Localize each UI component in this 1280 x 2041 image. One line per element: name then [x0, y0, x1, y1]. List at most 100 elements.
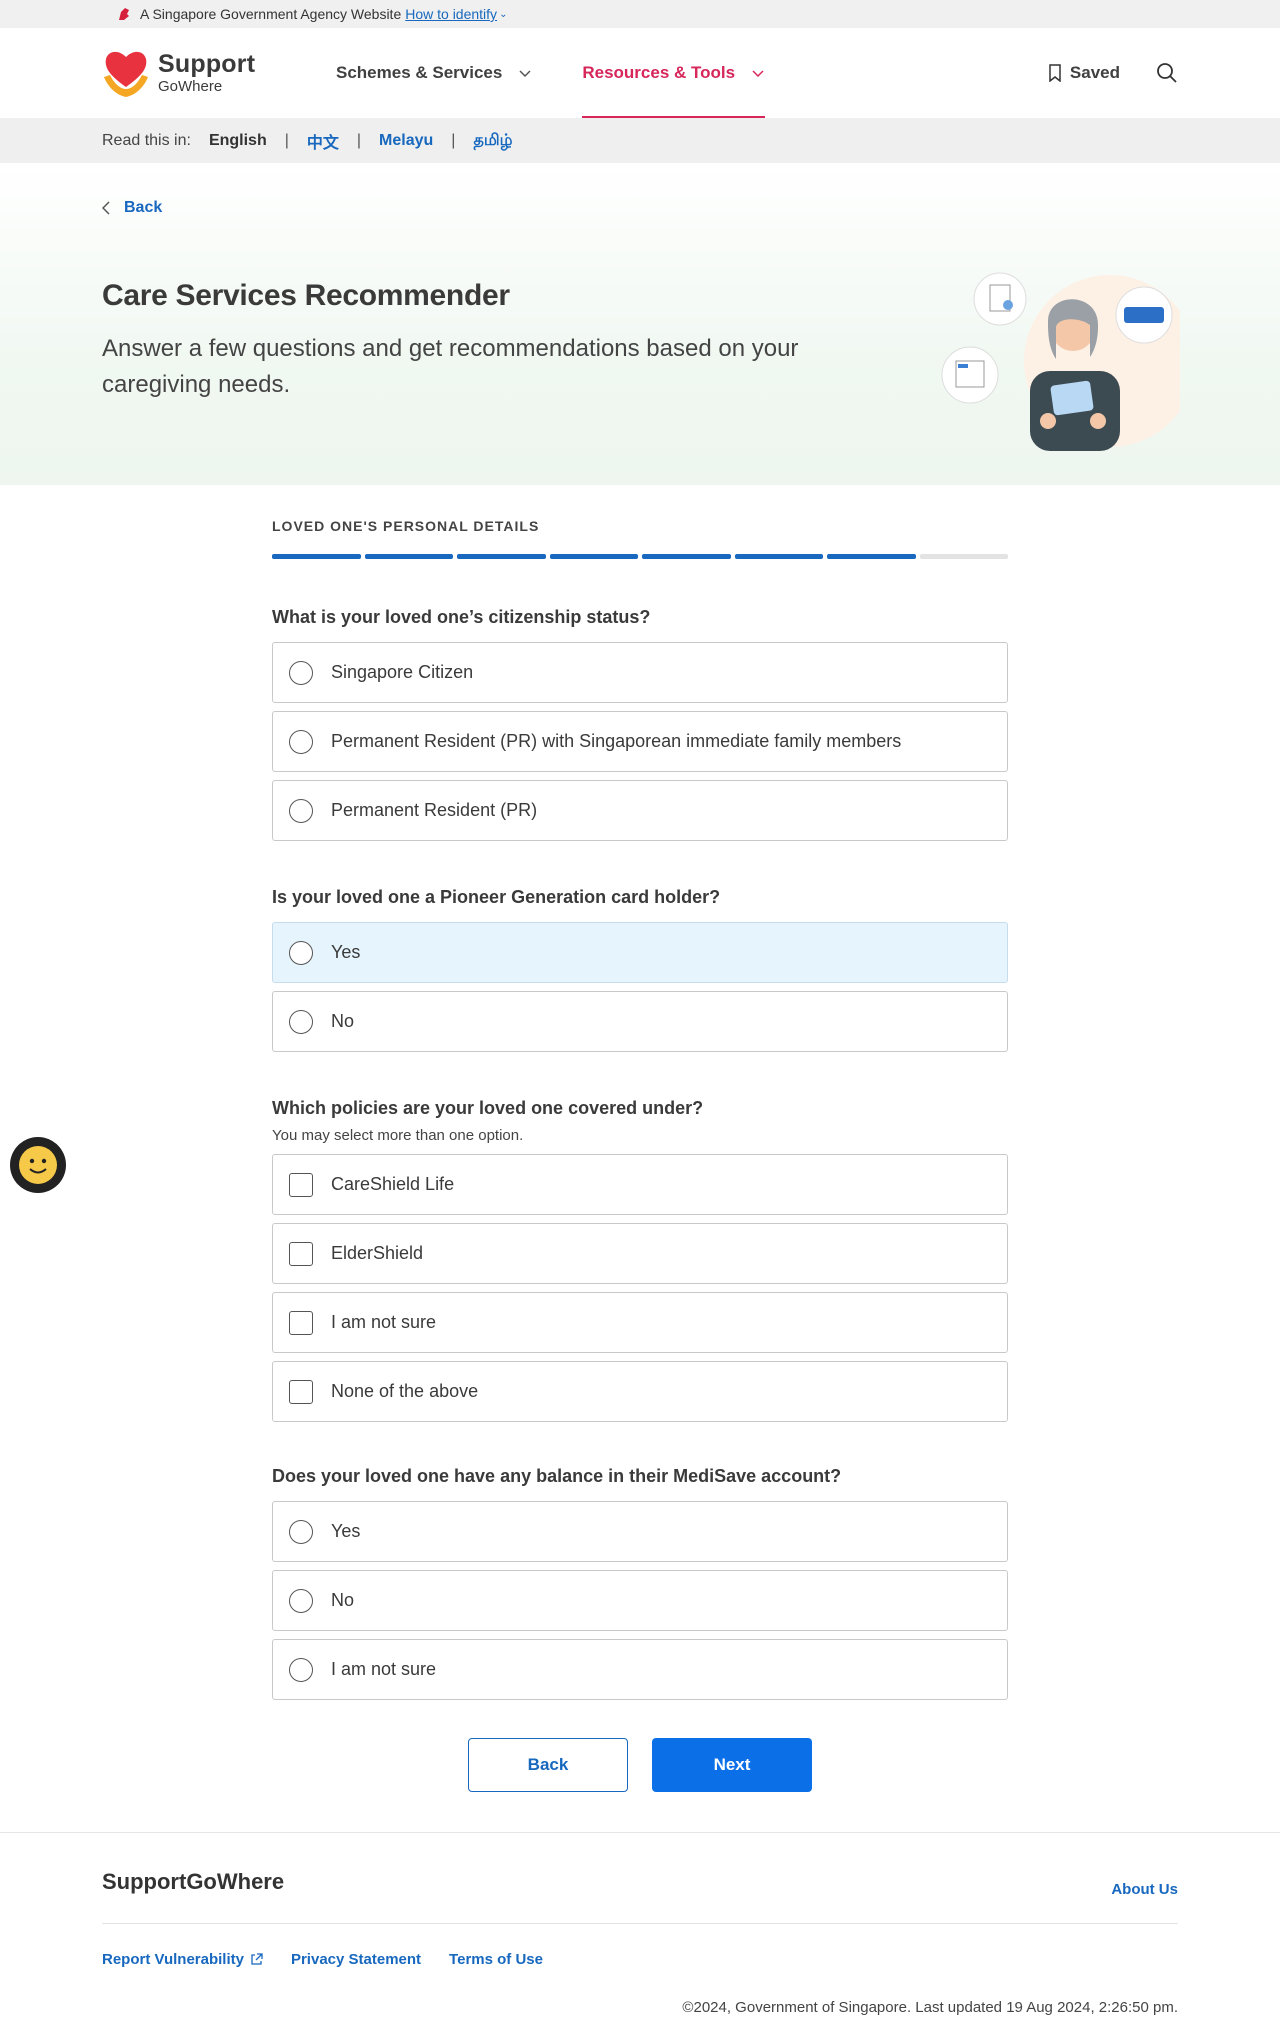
radio-button[interactable]	[289, 940, 313, 965]
external-link-icon	[251, 1953, 263, 1965]
lang-separator: |	[451, 131, 456, 149]
option-label: I am not sure	[331, 1312, 437, 1332]
heart-hands-logo-icon	[102, 47, 150, 99]
progress-bar	[272, 554, 1008, 559]
option-label: No	[331, 1011, 355, 1031]
lang-chinese[interactable]: 中文	[307, 129, 339, 153]
language-bar: Read this in: English | 中文 | Melayu | தம…	[0, 118, 1280, 163]
chevron-down-icon	[519, 70, 531, 78]
logo-line1: Support	[158, 50, 256, 78]
nav-resources-tools[interactable]: Resources & Tools	[582, 28, 765, 118]
privacy-statement-link[interactable]: Privacy Statement	[291, 1951, 421, 1968]
site-logo[interactable]: Support GoWhere	[102, 28, 336, 118]
masthead-text: A Singapore Government Agency Website	[140, 6, 402, 22]
option-singapore-citizen[interactable]: Singapore Citizen	[272, 642, 1008, 703]
about-us-link[interactable]: About Us	[1111, 1881, 1178, 1898]
chevron-down-icon	[752, 70, 764, 78]
question-citizenship: What is your loved one’s citizenship sta…	[272, 607, 1008, 841]
option-label: ElderShield	[331, 1243, 424, 1263]
radio-button[interactable]	[289, 1657, 313, 1682]
lang-tamil[interactable]: தமிழ்	[473, 131, 512, 151]
progress-segment	[919, 554, 1008, 559]
section-title: LOVED ONE'S PERSONAL DETAILS	[272, 518, 540, 534]
back-link[interactable]: Back	[102, 199, 162, 217]
site-footer: SupportGoWhere About Us Report Vulnerabi…	[0, 1832, 1280, 2041]
nav-item-label: Schemes & Services	[336, 63, 503, 82]
feedback-button[interactable]	[10, 1137, 66, 1193]
option-label: Singapore Citizen	[331, 662, 474, 682]
nav-schemes-services[interactable]: Schemes & Services	[336, 28, 532, 118]
option-label: CareShield Life	[331, 1174, 455, 1194]
option-yes[interactable]: Yes	[272, 1501, 1008, 1562]
question-label: What is your loved one’s citizenship sta…	[272, 607, 651, 627]
progress-segment	[272, 554, 361, 559]
lang-english[interactable]: English	[209, 132, 267, 150]
report-vulnerability-link[interactable]: Report Vulnerability	[102, 1951, 263, 1968]
checkbox[interactable]	[289, 1172, 313, 1197]
bookmark-icon	[1049, 64, 1061, 82]
option-careshield-life[interactable]: CareShield Life	[272, 1154, 1008, 1215]
page-subtitle: Answer a few questions and get recommend…	[102, 335, 799, 398]
question-label: Which policies are your loved one covere…	[272, 1098, 704, 1118]
question-hint: You may select more than one option.	[272, 1127, 524, 1144]
option-not-sure[interactable]: I am not sure	[272, 1292, 1008, 1353]
saved-label: Saved	[1069, 63, 1120, 82]
link-label: Report Vulnerability	[102, 1951, 244, 1968]
radio-button[interactable]	[289, 798, 313, 823]
progress-segment	[827, 554, 916, 559]
checkbox[interactable]	[289, 1379, 313, 1404]
option-eldershield[interactable]: ElderShield	[272, 1223, 1008, 1284]
footer-brand: SupportGoWhere	[102, 1869, 285, 1894]
progress-segment	[364, 554, 453, 559]
option-label: None of the above	[331, 1381, 479, 1401]
lang-separator: |	[356, 131, 362, 149]
hero-banner: Back Care Services Recommender Answer a …	[0, 163, 1280, 485]
option-yes[interactable]: Yes	[272, 922, 1008, 983]
option-pr-with-family[interactable]: Permanent Resident (PR) with Singaporean…	[272, 711, 1008, 772]
footer-divider	[102, 1923, 1178, 1924]
radio-button[interactable]	[289, 1588, 313, 1613]
option-label: Yes	[331, 1521, 361, 1541]
checkbox[interactable]	[289, 1310, 313, 1335]
back-button[interactable]: Back	[468, 1738, 628, 1792]
option-none-of-above[interactable]: None of the above	[272, 1361, 1008, 1422]
how-to-identify-link[interactable]: How to identify	[405, 6, 497, 22]
gov-masthead: A Singapore Government Agency Website Ho…	[0, 0, 1280, 28]
option-no[interactable]: No	[272, 991, 1008, 1052]
radio-button[interactable]	[289, 660, 313, 685]
page-title: Care Services Recommender	[102, 279, 510, 312]
back-link-label: Back	[124, 199, 163, 216]
progress-segment	[549, 554, 638, 559]
chevron-down-icon: ⌄	[499, 8, 508, 20]
progress-segment	[642, 554, 731, 559]
radio-button[interactable]	[289, 1519, 313, 1544]
question-medisave: Does your loved one have any balance in …	[272, 1466, 1008, 1700]
smiley-icon	[19, 1146, 57, 1184]
question-pioneer-generation: Is your loved one a Pioneer Generation c…	[272, 887, 1008, 1052]
radio-button[interactable]	[289, 729, 313, 754]
nav-item-label: Resources & Tools	[582, 63, 736, 82]
lang-malay[interactable]: Melayu	[379, 132, 433, 150]
option-pr[interactable]: Permanent Resident (PR)	[272, 780, 1008, 841]
progress-segment	[734, 554, 823, 559]
language-label: Read this in:	[102, 131, 191, 149]
form-actions: Back Next	[468, 1738, 812, 1792]
option-label: No	[331, 1590, 355, 1610]
next-button[interactable]: Next	[652, 1738, 812, 1792]
logo-line2: GoWhere	[158, 78, 223, 95]
terms-of-use-link[interactable]: Terms of Use	[449, 1951, 543, 1968]
question-label: Is your loved one a Pioneer Generation c…	[272, 887, 721, 907]
copyright-text: ©2024, Government of Singapore. Last upd…	[682, 1999, 1178, 2016]
radio-button[interactable]	[289, 1009, 313, 1034]
search-icon[interactable]	[1156, 62, 1178, 84]
lion-icon	[116, 6, 132, 22]
checkbox[interactable]	[289, 1241, 313, 1266]
option-label: Yes	[331, 942, 361, 962]
option-not-sure[interactable]: I am not sure	[272, 1639, 1008, 1700]
caregiver-illustration	[941, 272, 1180, 451]
option-label: I am not sure	[331, 1659, 437, 1679]
saved-button[interactable]: Saved	[1048, 63, 1120, 83]
option-no[interactable]: No	[272, 1570, 1008, 1631]
main-navbar: Support GoWhere Schemes & Services Resou…	[0, 28, 1280, 118]
question-label: Does your loved one have any balance in …	[272, 1466, 842, 1486]
